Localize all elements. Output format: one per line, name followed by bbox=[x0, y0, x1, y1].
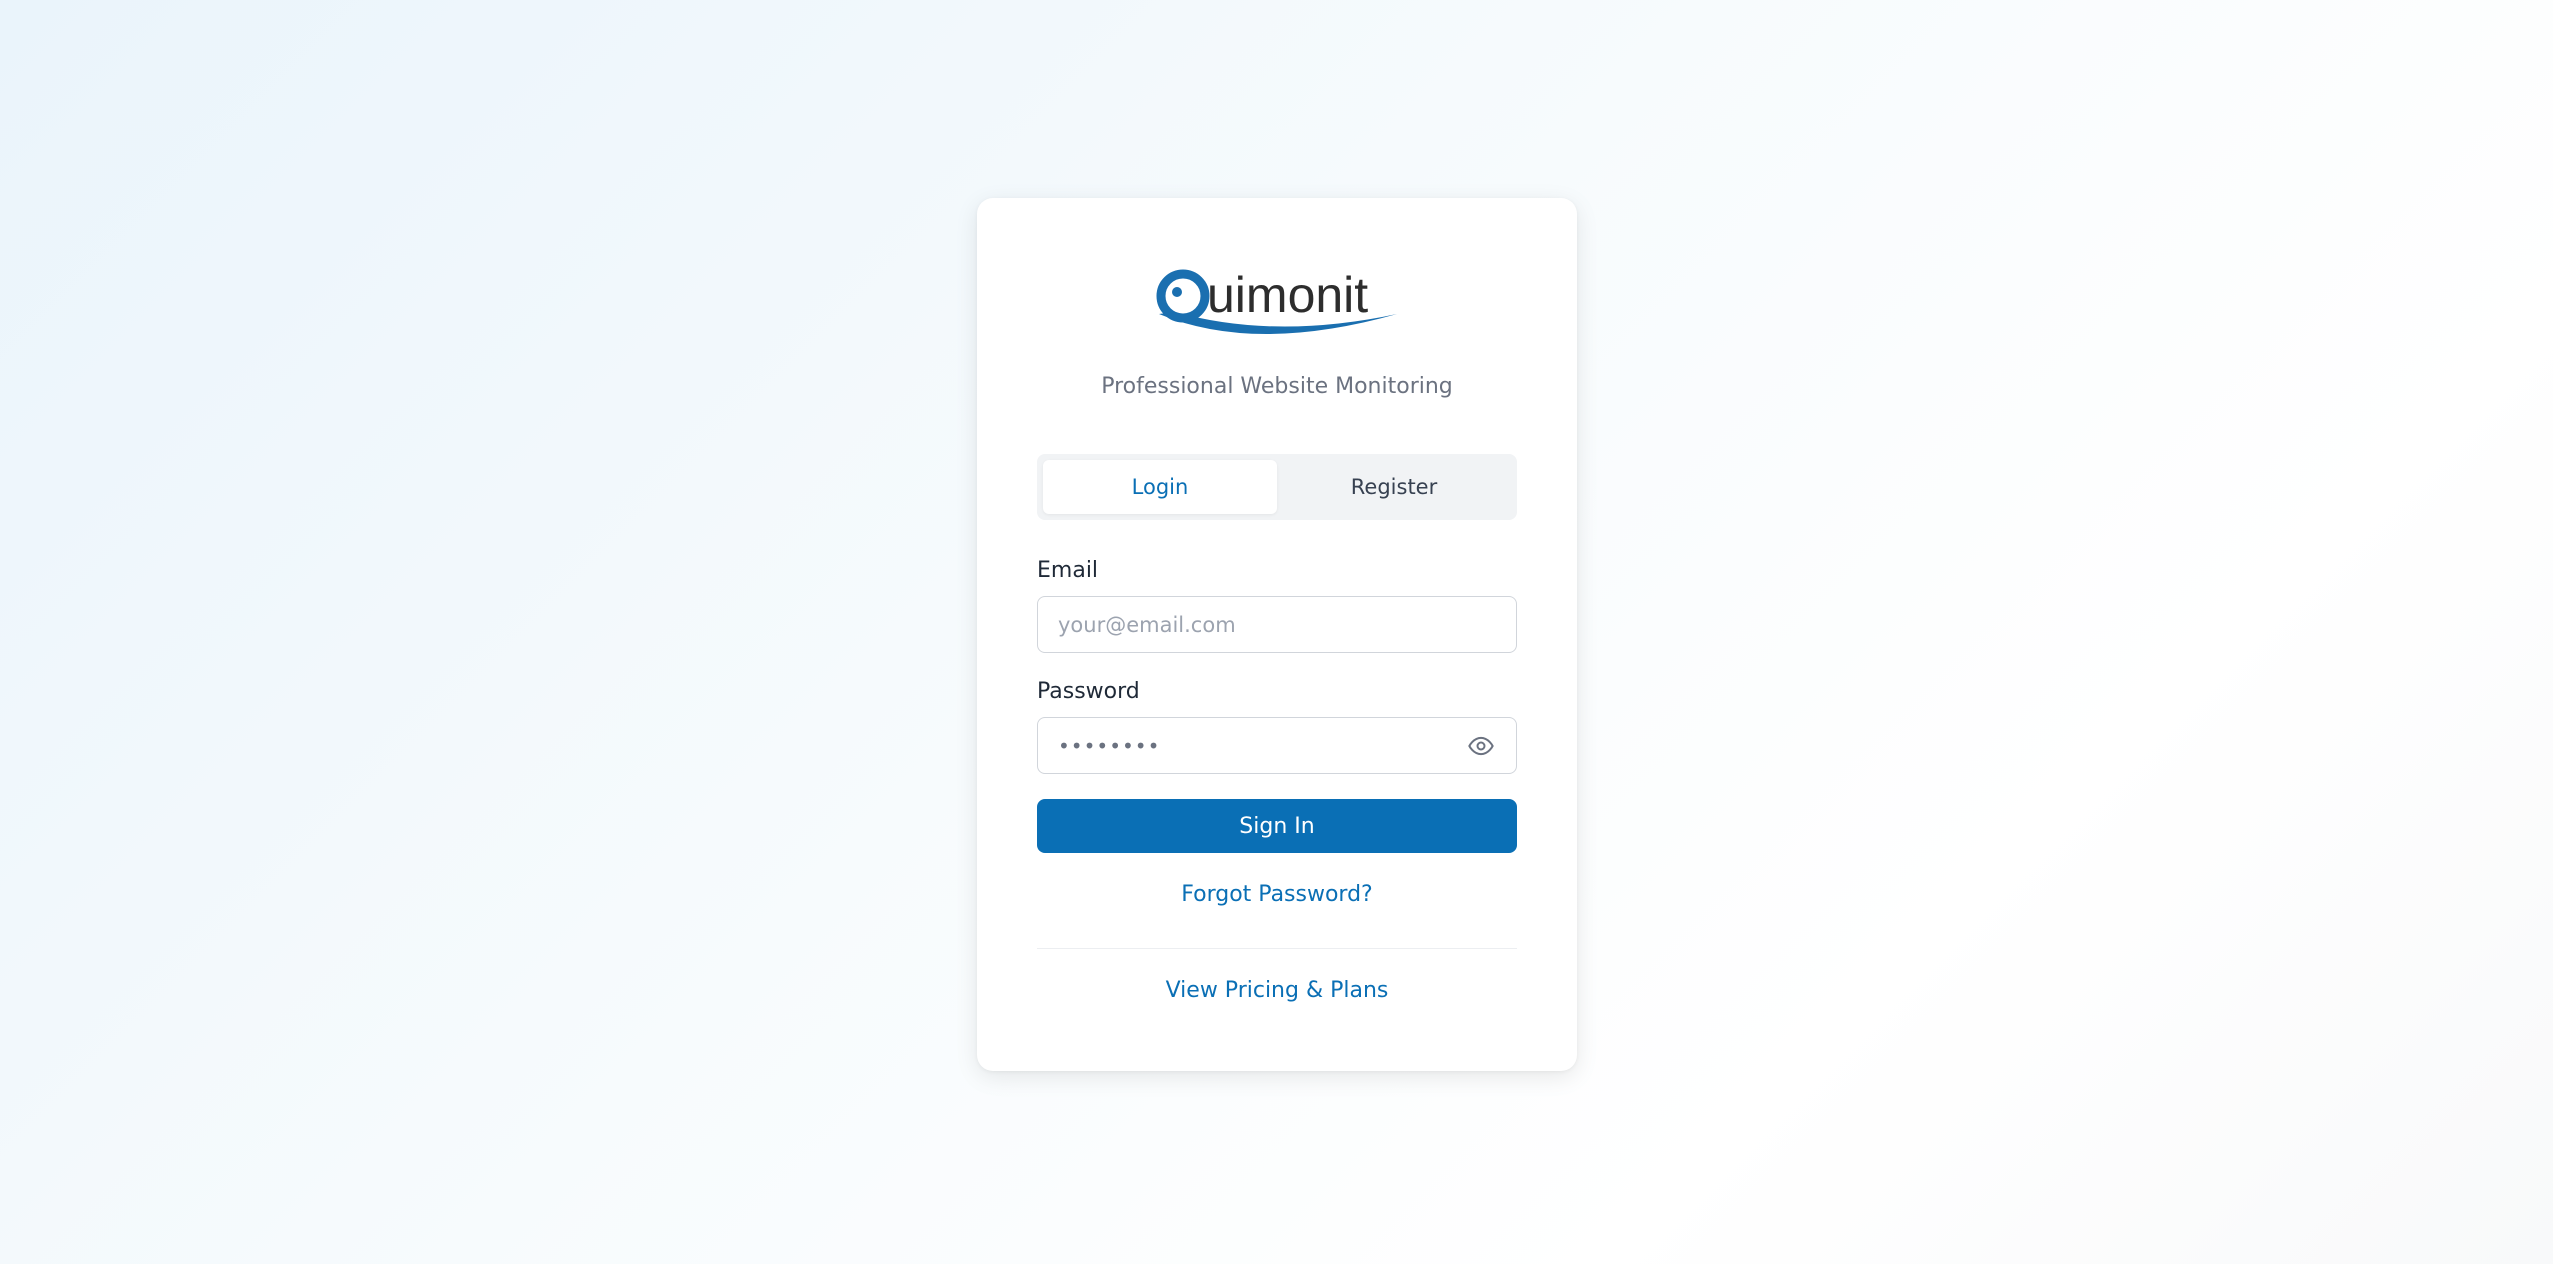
password-label: Password bbox=[1037, 679, 1140, 704]
svg-text:uimonit: uimonit bbox=[1207, 267, 1368, 323]
pricing-row: View Pricing & Plans bbox=[977, 978, 1577, 1003]
eye-icon[interactable] bbox=[1466, 731, 1496, 761]
email-field[interactable] bbox=[1058, 612, 1496, 637]
email-label: Email bbox=[1037, 558, 1099, 583]
tab-login[interactable]: Login bbox=[1043, 460, 1277, 514]
tagline: Professional Website Monitoring bbox=[1101, 374, 1453, 399]
sign-in-button[interactable]: Sign In bbox=[1037, 799, 1517, 853]
password-field[interactable]: •••••••• bbox=[1037, 717, 1517, 774]
forgot-password-row: Forgot Password? bbox=[977, 882, 1577, 907]
quimonit-logo: uimonit bbox=[1155, 262, 1405, 342]
login-card: uimonit Professional Website Monitoring … bbox=[977, 198, 1577, 1071]
pricing-link[interactable]: View Pricing & Plans bbox=[1166, 978, 1389, 1003]
tab-register[interactable]: Register bbox=[1277, 460, 1511, 514]
forgot-password-link[interactable]: Forgot Password? bbox=[1181, 882, 1372, 907]
password-value[interactable]: •••••••• bbox=[1058, 734, 1466, 758]
email-field-container bbox=[1037, 596, 1517, 653]
divider bbox=[1037, 948, 1517, 949]
auth-tabs: Login Register bbox=[1037, 454, 1517, 520]
